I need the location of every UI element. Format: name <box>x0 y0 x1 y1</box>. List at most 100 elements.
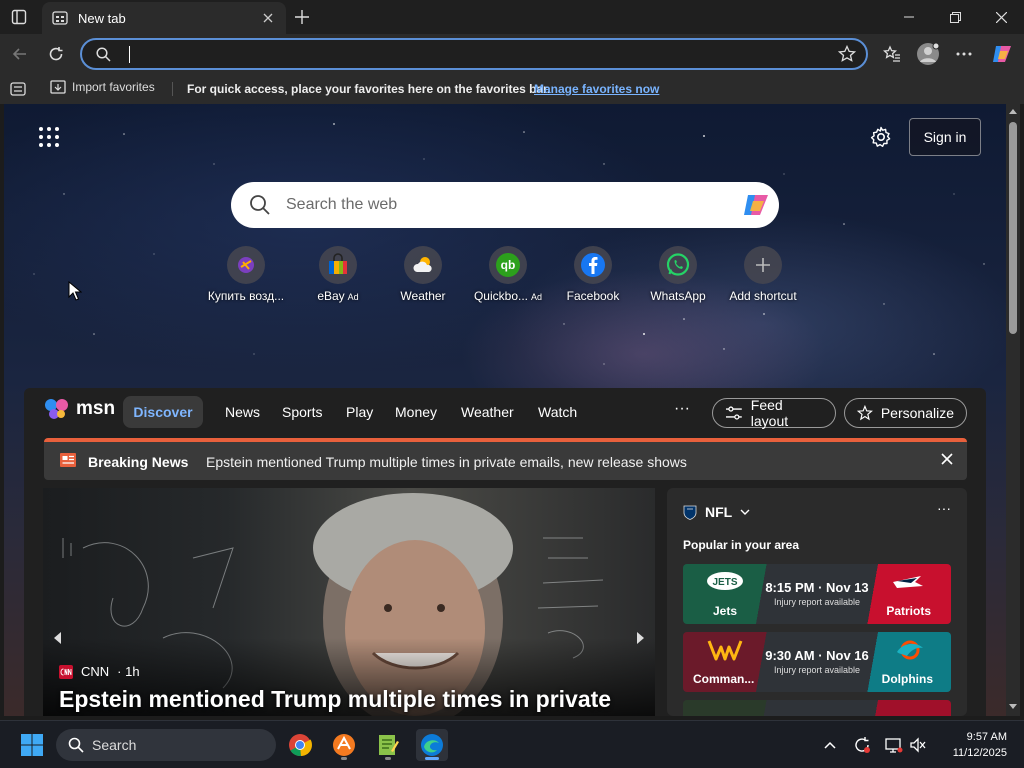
taskbar-app-orange[interactable] <box>328 729 360 761</box>
game-card[interactable] <box>683 700 951 716</box>
tab-actions-button[interactable] <box>0 0 38 34</box>
start-button[interactable] <box>16 729 48 761</box>
copilot-button[interactable] <box>988 40 1016 68</box>
breaking-close-button[interactable] <box>941 452 953 470</box>
scrollbar-thumb[interactable] <box>1009 122 1017 334</box>
tab-title: New tab <box>78 10 126 26</box>
nfl-more-button[interactable]: ··· <box>937 500 951 516</box>
shortcut-tile[interactable]: Купить возд... <box>202 246 290 303</box>
facebook-icon <box>581 253 605 277</box>
shortcut-tile[interactable]: Weather <box>379 246 467 303</box>
taskbar-chrome[interactable] <box>284 729 316 761</box>
back-button[interactable] <box>6 40 34 68</box>
dolphins-logo-icon <box>897 640 923 660</box>
chevron-up-icon <box>824 741 836 749</box>
tray-network-button[interactable] <box>884 735 904 755</box>
import-favorites-label: Import favorites <box>72 80 155 94</box>
favorite-star-icon[interactable] <box>838 45 856 63</box>
shortcut-tile[interactable]: Facebook <box>549 246 637 303</box>
plus-icon <box>295 10 309 24</box>
orange-app-icon <box>333 734 355 756</box>
personalize-button[interactable]: Personalize <box>844 398 967 428</box>
shortcut-tile[interactable]: eBay Ad <box>294 246 382 303</box>
plus-icon <box>756 258 770 272</box>
shortcut-icon-circle <box>574 246 612 284</box>
address-bar[interactable] <box>80 38 868 70</box>
nav-tab-money[interactable]: Money <box>395 404 437 420</box>
minimize-icon <box>904 16 914 18</box>
restore-button[interactable] <box>932 0 978 34</box>
nfl-header[interactable]: NFL <box>683 504 750 520</box>
breaking-news-text[interactable]: Epstein mentioned Trump multiple times i… <box>206 454 687 470</box>
game-card[interactable]: Comman... 9:30 AM · Nov 16 Injury report… <box>683 632 951 692</box>
shortcut-icon-circle <box>227 246 265 284</box>
more-dots-icon <box>956 52 972 56</box>
import-favorites-button[interactable]: Import favorites <box>50 80 155 94</box>
avatar-icon <box>917 42 940 65</box>
nav-tab-sports[interactable]: Sports <box>282 404 322 420</box>
favorites-button[interactable] <box>878 40 906 68</box>
hero-next-button[interactable] <box>631 628 651 648</box>
manage-favorites-link[interactable]: Manage favorites now <box>534 82 659 96</box>
new-tab-button[interactable] <box>290 5 314 29</box>
nav-tab-weather[interactable]: Weather <box>461 404 514 420</box>
nav-tab-news[interactable]: News <box>225 404 260 420</box>
tray-overflow-button[interactable] <box>820 735 840 755</box>
tray-sync-icon-button[interactable] <box>852 735 872 755</box>
taskbar-edge[interactable] <box>416 729 448 761</box>
refresh-icon <box>49 47 63 61</box>
personalize-label: Personalize <box>880 405 954 421</box>
msn-wordmark: msn <box>76 398 116 419</box>
away-team: Patriots <box>886 604 931 618</box>
sign-in-button[interactable]: Sign in <box>909 118 981 156</box>
shortcut-icon-circle: qb <box>489 246 527 284</box>
running-indicator <box>385 757 391 760</box>
copilot-icon[interactable] <box>741 190 771 220</box>
chevron-right-icon <box>637 632 644 644</box>
nav-tab-discover[interactable]: Discover <box>123 396 203 428</box>
settings-more-button[interactable] <box>950 40 978 68</box>
tab-close-button[interactable] <box>260 10 276 26</box>
shortcut-label: Add shortcut <box>729 289 797 303</box>
close-window-icon <box>995 11 1007 23</box>
page-settings-button[interactable] <box>870 126 892 148</box>
page-scrollbar[interactable] <box>1006 104 1020 716</box>
breaking-news-banner[interactable]: Breaking News Epstein mentioned Trump mu… <box>44 438 967 480</box>
search-icon <box>96 47 111 62</box>
scroll-down-icon[interactable] <box>1009 704 1017 710</box>
minimize-button[interactable] <box>886 0 932 34</box>
shortcut-tile[interactable]: WhatsApp <box>634 246 722 303</box>
search-icon <box>68 737 84 753</box>
shortcut-icon-circle <box>659 246 697 284</box>
favorites-hint: For quick access, place your favorites h… <box>187 82 551 96</box>
nav-tab-watch[interactable]: Watch <box>538 404 577 420</box>
msn-logo[interactable]: msn <box>44 398 115 420</box>
hero-headline[interactable]: Epstein mentioned Trump multiple times i… <box>59 686 611 713</box>
web-search-box[interactable]: Search the web <box>231 182 779 228</box>
feed-layout-button[interactable]: Feed layout <box>712 397 836 429</box>
game-card[interactable]: JETS Jets 8:15 PM · Nov 13 Injury report… <box>683 564 951 624</box>
refresh-button[interactable] <box>42 40 70 68</box>
shortcut-label: eBay <box>317 289 345 303</box>
tab-new-tab[interactable]: New tab <box>42 2 286 34</box>
web-search-input[interactable]: Search the web <box>286 196 397 214</box>
taskbar-app-notepad[interactable] <box>372 729 404 761</box>
nav-tab-play[interactable]: Play <box>346 404 373 420</box>
shortcut-tile[interactable]: qb Quickbo... Ad <box>464 246 552 303</box>
sidebar-toggle-icon[interactable] <box>10 82 26 96</box>
app-launcher-button[interactable] <box>38 126 60 148</box>
active-indicator <box>425 757 439 760</box>
network-icon <box>885 738 903 753</box>
taskbar-clock[interactable]: 9:57 AM 11/12/2025 <box>925 729 1007 761</box>
hero-story-card[interactable]: CNN · 1h Epstein mentioned Trump multipl… <box>43 488 655 716</box>
notepad-icon <box>379 735 399 755</box>
nav-more-button[interactable]: ··· <box>674 400 690 418</box>
chrome-icon <box>289 734 312 757</box>
close-window-button[interactable] <box>978 0 1024 34</box>
hero-prev-button[interactable] <box>47 628 67 648</box>
profile-button[interactable] <box>914 40 942 68</box>
chevron-left-icon <box>54 632 61 644</box>
scroll-up-icon[interactable] <box>1009 108 1017 114</box>
taskbar-search[interactable]: Search <box>56 729 276 761</box>
add-shortcut-tile[interactable]: Add shortcut <box>719 246 807 303</box>
